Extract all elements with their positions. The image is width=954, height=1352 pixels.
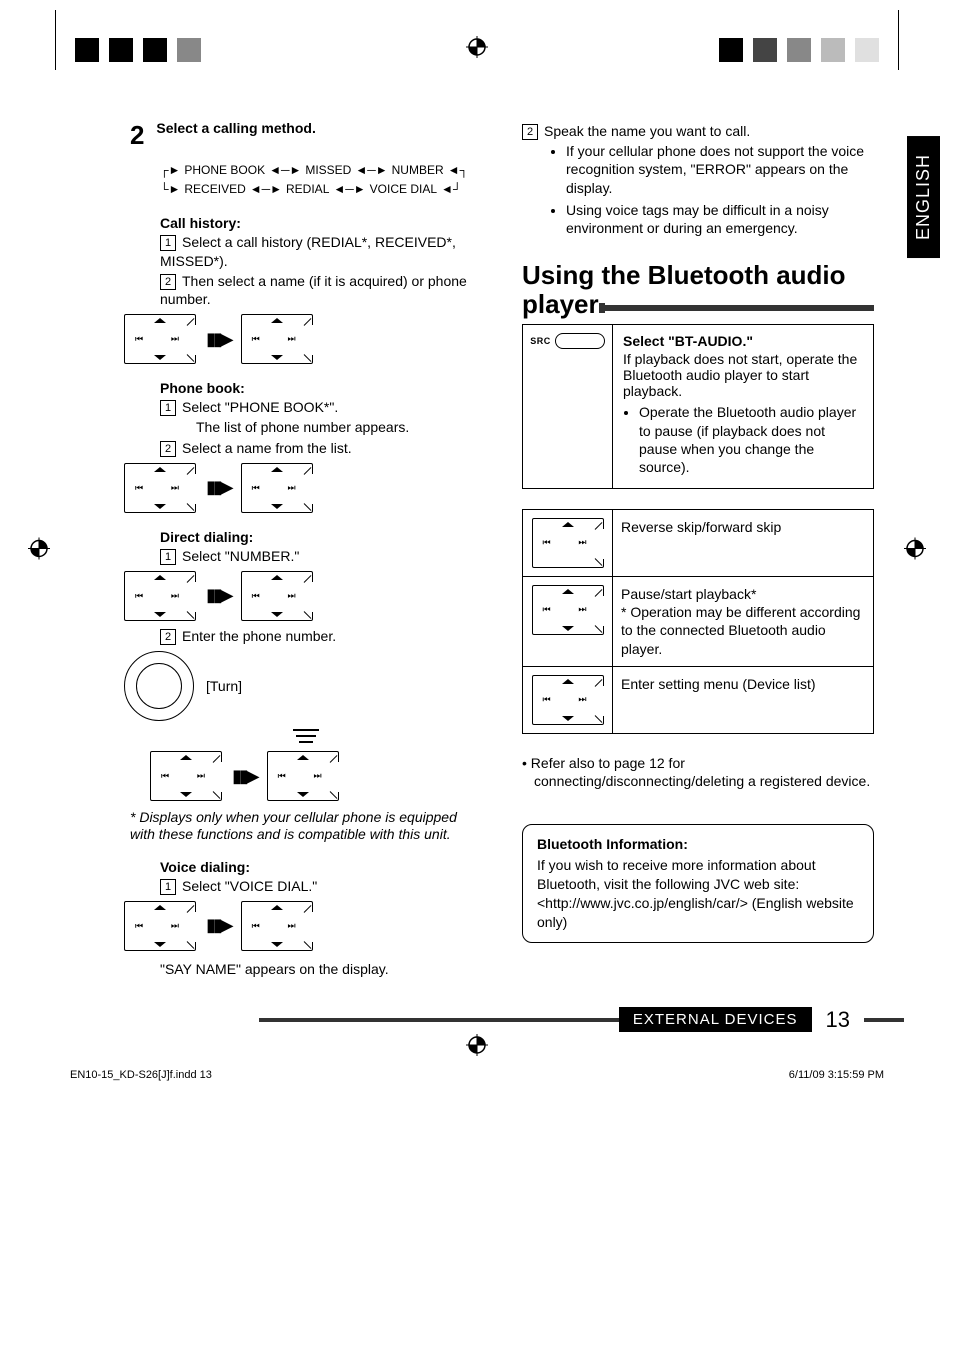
control-panel-icon: ⏮⏭ (241, 571, 313, 621)
section-footer-label: EXTERNAL DEVICES (619, 1007, 812, 1032)
select-heading: Select "BT-AUDIO." (623, 333, 863, 349)
section-heading: Using the Bluetooth audio player (522, 261, 874, 318)
substep-num: 2 (160, 274, 176, 290)
body-text: Speak the name you want to call. (544, 123, 750, 139)
left-column: 2 Select a calling method. ┌►PHONE BOOK◄… (50, 120, 482, 977)
control-panel-icon: ⏮⏭ (532, 585, 604, 635)
body-text: Select "VOICE DIAL." (182, 878, 317, 894)
substep-num: 2 (160, 629, 176, 645)
direct-dialing-heading: Direct dialing: (160, 529, 482, 545)
control-panel-icon: ⏮⏭ (532, 675, 604, 725)
phone-book-heading: Phone book: (160, 380, 482, 396)
select-bt-audio-box: SRC Select "BT-AUDIO." If playback does … (522, 324, 874, 489)
knob-icon (124, 651, 194, 721)
substep-num: 1 (160, 400, 176, 416)
registration-icon (466, 1034, 488, 1059)
call-history-heading: Call history: (160, 215, 482, 231)
src-label: SRC (530, 336, 551, 346)
body-text: If playback does not start, operate the … (623, 351, 863, 399)
right-column: 2 Speak the name you want to call. If you… (522, 120, 904, 977)
body-text: The list of phone number appears. (160, 418, 482, 436)
page-number: 13 (812, 1007, 864, 1033)
turn-label: [Turn] (206, 678, 242, 694)
then-down-icon (291, 729, 321, 743)
body-text: Then select a name (if it is acquired) o… (160, 273, 467, 307)
then-icon: ▮▮▶ (206, 915, 231, 936)
voice-dialing-heading: Voice dialing: (160, 859, 482, 875)
body-text: Select "PHONE BOOK*". (182, 399, 338, 415)
body-text: Operate the Bluetooth audio player to pa… (639, 403, 863, 476)
control-panel-icon: ⏮⏭ (124, 314, 196, 364)
method-flow-diagram: ┌►PHONE BOOK◄─► MISSED◄─► NUMBER◄┐ └►REC… (160, 161, 482, 199)
control-panel-icon: ⏮⏭ (532, 518, 604, 568)
step-number: 2 (130, 120, 144, 151)
body-text: Enter the phone number. (182, 628, 336, 644)
control-panel-icon: ⏮⏭ (241, 901, 313, 951)
substep-num: 2 (160, 441, 176, 457)
registration-icon (904, 538, 926, 563)
refer-note: • Refer also to page 12 for connecting/d… (522, 754, 874, 790)
control-panel-icon: ⏮⏭ (241, 314, 313, 364)
table-cell: Enter setting menu (Device list) (613, 666, 874, 733)
control-panel-icon: ⏮⏭ (124, 571, 196, 621)
body-text: If you wish to receive more information … (537, 856, 859, 932)
body-text: Using voice tags may be difficult in a n… (566, 201, 874, 237)
body-text: "SAY NAME" appears on the display. (160, 961, 389, 977)
body-text: Select a name from the list. (182, 440, 352, 456)
page-footer: EXTERNAL DEVICES 13 (50, 1007, 904, 1033)
control-panel-icon: ⏮⏭ (150, 751, 222, 801)
then-icon: ▮▮▶ (206, 477, 231, 498)
control-panel-icon: ⏮⏭ (267, 751, 339, 801)
imprint-row: EN10-15_KD-S26[J]f.indd 13 6/11/09 3:15:… (50, 1069, 904, 1081)
table-cell: Pause/start playback* * Operation may be… (613, 577, 874, 667)
body-text: If your cellular phone does not support … (566, 142, 874, 197)
then-icon: ▮▮▶ (232, 766, 257, 787)
control-panel-icon: ⏮⏭ (124, 901, 196, 951)
table-cell: Reverse skip/forward skip (613, 510, 874, 577)
substep-num: 2 (522, 124, 538, 140)
control-table: ⏮⏭ Reverse skip/forward skip ⏮⏭ Pause/st… (522, 509, 874, 734)
language-tab: ENGLISH (907, 136, 940, 258)
footnote: * Displays only when your cellular phone… (130, 809, 482, 843)
step-title: Select a calling method. (156, 120, 316, 136)
body-text: Select "NUMBER." (182, 548, 299, 564)
then-icon: ▮▮▶ (206, 585, 231, 606)
substep-num: 1 (160, 879, 176, 895)
page: ENGLISH 2 Select a calling method. ┌►PHO… (0, 0, 954, 1101)
src-button-icon (555, 333, 605, 349)
then-icon: ▮▮▶ (206, 329, 231, 350)
imprint-date: 6/11/09 3:15:59 PM (789, 1069, 884, 1081)
substep-num: 1 (160, 235, 176, 251)
bt-info-heading: Bluetooth Information: (537, 835, 859, 854)
control-panel-icon: ⏮⏭ (241, 463, 313, 513)
registration-icon (466, 36, 488, 61)
control-panel-icon: ⏮⏭ (124, 463, 196, 513)
registration-icon (28, 538, 50, 563)
bluetooth-info-box: Bluetooth Information: If you wish to re… (522, 824, 874, 942)
body-text: Select a call history (REDIAL*, RECEIVED… (160, 234, 456, 268)
substep-num: 1 (160, 549, 176, 565)
imprint-file: EN10-15_KD-S26[J]f.indd 13 (70, 1069, 212, 1081)
